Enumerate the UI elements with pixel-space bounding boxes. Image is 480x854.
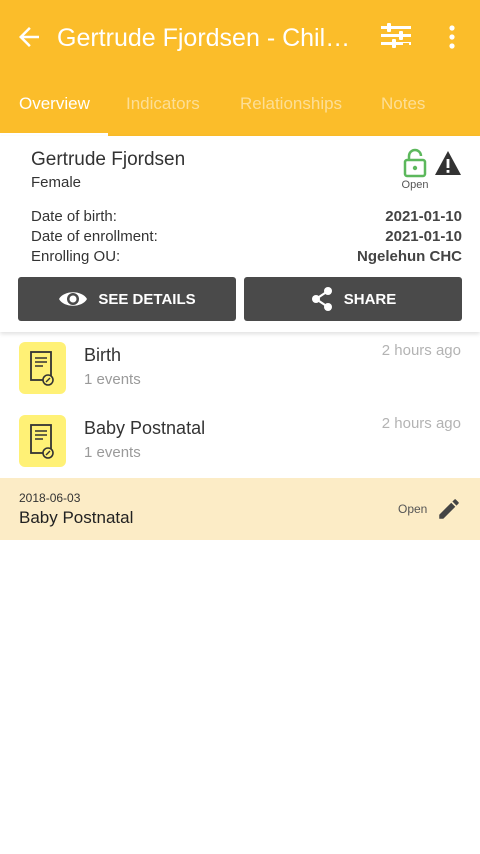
field-label: Date of enrollment: (31, 228, 158, 245)
eye-icon (59, 292, 88, 306)
warning-icon[interactable] (434, 150, 462, 176)
status-label: Open (401, 179, 429, 191)
tei-name: Gertrude Fjordsen (31, 149, 186, 170)
field-label: Date of birth: (31, 208, 117, 225)
more-vert-icon[interactable] (444, 22, 460, 52)
stage-item-birth[interactable]: Birth 1 events 2 hours ago (0, 333, 480, 406)
share-button[interactable]: SHARE (244, 277, 462, 321)
field-label: Enrolling OU: (31, 248, 121, 265)
event-status: Open (398, 502, 428, 516)
stage-icon (19, 415, 66, 467)
tab-relationships[interactable]: Relationships (240, 94, 342, 114)
stage-name: Baby Postnatal (84, 418, 206, 438)
stage-icon (19, 342, 66, 394)
event-item[interactable]: 2018-06-03 Baby Postnatal Open (0, 478, 480, 540)
see-details-button[interactable]: SEE DETAILS (18, 277, 236, 321)
see-details-label: SEE DETAILS (98, 290, 196, 308)
app-bar: Gertrude Fjordsen - Child Programme Over… (0, 0, 480, 136)
tab-notes[interactable]: Notes (381, 94, 425, 114)
arrow-back-icon[interactable] (14, 22, 44, 52)
share-icon (311, 287, 332, 311)
enrollment-card: Gertrude Fjordsen Female Open Date of bi… (0, 136, 480, 332)
page-title: Gertrude Fjordsen - Child Programme (57, 24, 362, 52)
field-value: 2021-01-10 (385, 228, 462, 245)
stage-item-baby-postnatal[interactable]: Baby Postnatal 1 events 2 hours ago (0, 406, 480, 479)
field-value: 2021-01-10 (385, 208, 462, 225)
stage-count: 1 events (84, 444, 141, 461)
event-name: Baby Postnatal (19, 508, 134, 527)
field-value: Ngelehun CHC (357, 248, 462, 265)
tei-sex: Female (31, 174, 82, 191)
filter-icon[interactable] (380, 22, 412, 52)
stage-count: 1 events (84, 371, 141, 388)
stage-time: 2 hours ago (381, 342, 461, 359)
lock-open-icon[interactable] (403, 148, 427, 178)
stage-name: Birth (84, 345, 122, 365)
edit-icon[interactable] (436, 496, 462, 522)
share-label: SHARE (343, 290, 397, 308)
event-date: 2018-06-03 (19, 491, 81, 505)
tab-bar: Overview Indicators Relationships Notes (0, 84, 480, 136)
tab-overview[interactable]: Overview (19, 94, 90, 114)
tab-indicators[interactable]: Indicators (126, 94, 200, 114)
stage-time: 2 hours ago (381, 415, 461, 432)
